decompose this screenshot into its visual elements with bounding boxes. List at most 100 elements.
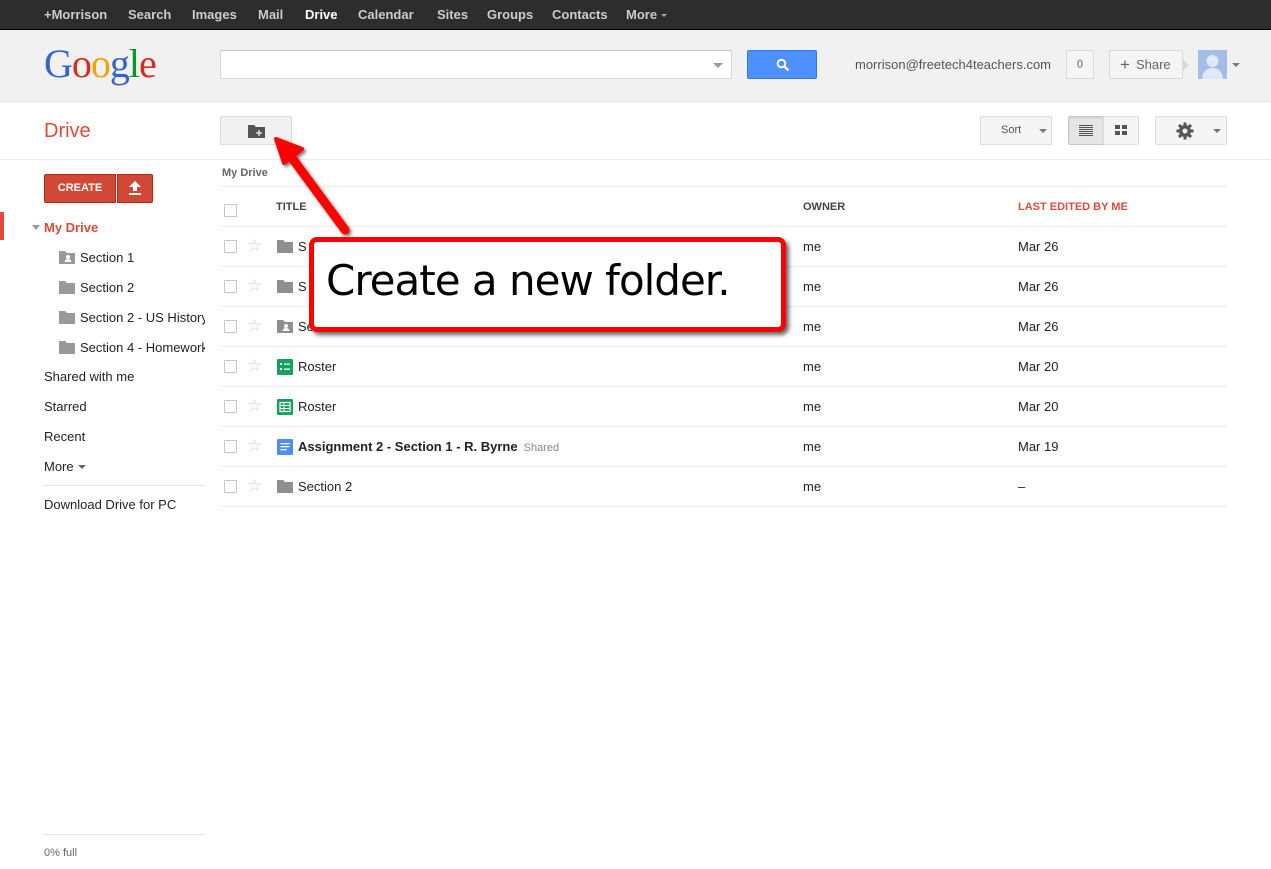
file-name[interactable]: S	[298, 239, 307, 254]
create-button[interactable]: CREATE	[44, 174, 116, 203]
file-name[interactable]: Roster	[298, 359, 336, 374]
file-name[interactable]: Section 2	[298, 479, 352, 494]
gbar-images-link[interactable]: Images	[192, 7, 237, 22]
star-icon[interactable]: ☆	[247, 437, 262, 454]
file-name[interactable]: Assignment 2 - Section 1 - R. Byrne Share…	[298, 439, 559, 454]
account-menu-chevron-icon[interactable]	[1232, 63, 1240, 67]
star-icon[interactable]: ☆	[247, 397, 262, 414]
file-owner: me	[803, 239, 822, 254]
upload-button[interactable]	[117, 174, 153, 203]
account-email[interactable]: morrison@freetech4teachers.com	[855, 57, 1051, 72]
column-header-owner[interactable]: OWNER	[803, 201, 845, 213]
sidebar-folder-section-1[interactable]: Section 1	[59, 250, 205, 265]
sidebar-item-shared-with-me[interactable]: Shared with me	[44, 369, 134, 384]
divider	[220, 386, 1227, 387]
folder-icon	[59, 281, 75, 294]
file-last-edited: Mar 20	[1018, 399, 1059, 414]
file-owner: me	[803, 279, 822, 294]
file-owner: me	[803, 399, 822, 414]
document-icon	[277, 439, 293, 455]
search-button[interactable]	[747, 50, 817, 79]
column-header-last-edited[interactable]: LAST EDITED BY ME	[1018, 201, 1128, 213]
row-checkbox[interactable]	[224, 480, 237, 493]
breadcrumb[interactable]: My Drive	[222, 167, 268, 179]
sidebar-item-label: More	[44, 459, 74, 474]
grid-view-button[interactable]	[1103, 116, 1139, 145]
row-checkbox[interactable]	[224, 280, 237, 293]
sort-label: Sort	[1001, 124, 1022, 136]
logo-letter: e	[139, 41, 157, 86]
star-icon[interactable]: ☆	[247, 317, 262, 334]
sidebar-item-recent[interactable]: Recent	[44, 429, 85, 444]
gbar-groups-link[interactable]: Groups	[487, 7, 533, 22]
divider	[44, 834, 204, 835]
gbar-profile-link[interactable]: +Morrison	[44, 7, 107, 22]
star-icon[interactable]: ☆	[247, 237, 262, 254]
file-owner: me	[803, 319, 822, 334]
star-icon[interactable]: ☆	[247, 277, 262, 294]
sort-dropdown[interactable]: Sort	[980, 116, 1052, 145]
file-name[interactable]: Roster	[298, 399, 336, 414]
gbar-sites-link[interactable]: Sites	[437, 7, 468, 22]
gbar-search-link[interactable]: Search	[128, 7, 171, 22]
sidebar-item-label: My Drive	[44, 220, 99, 235]
notification-count-button[interactable]: 0	[1066, 50, 1094, 79]
app-title[interactable]: Drive	[44, 120, 91, 143]
sidebar-item-more[interactable]: More	[44, 459, 86, 474]
upload-icon	[129, 181, 141, 195]
row-checkbox[interactable]	[224, 240, 237, 253]
gbar-contacts-link[interactable]: Contacts	[552, 7, 608, 22]
star-icon[interactable]: ☆	[247, 357, 262, 374]
gbar-more-menu[interactable]: More	[626, 7, 668, 22]
folder-icon	[277, 280, 293, 293]
settings-dropdown[interactable]	[1155, 116, 1227, 145]
chevron-down-icon	[661, 14, 668, 18]
sidebar-folder-section-2[interactable]: Section 2	[59, 280, 205, 295]
divider	[0, 159, 1271, 160]
list-view-icon	[1079, 125, 1093, 136]
star-icon[interactable]: ☆	[247, 477, 262, 494]
logo-letter: g	[109, 41, 130, 86]
file-last-edited: Mar 19	[1018, 439, 1059, 454]
sidebar-folder-section-4-homework[interactable]: Section 4 - Homework	[59, 340, 205, 355]
gbar-more-label: More	[626, 7, 658, 22]
sidebar-item-my-drive[interactable]: My Drive	[32, 220, 98, 235]
column-header-title[interactable]: TITLE	[276, 201, 307, 213]
row-checkbox[interactable]	[224, 400, 237, 413]
file-last-edited: Mar 26	[1018, 319, 1059, 334]
form-icon	[277, 359, 293, 375]
file-name[interactable]: S	[298, 279, 307, 294]
row-checkbox[interactable]	[224, 440, 237, 453]
sidebar-item-starred[interactable]: Starred	[44, 399, 87, 414]
google-logo[interactable]: Google	[44, 40, 157, 87]
annotation-callout: Create a new folder.	[309, 237, 786, 332]
search-options-dropdown-icon[interactable]	[713, 63, 723, 68]
gbar-drive-link[interactable]: Drive	[305, 7, 338, 22]
divider	[220, 186, 1227, 187]
file-last-edited: Mar 26	[1018, 279, 1059, 294]
spreadsheet-icon	[277, 399, 293, 415]
file-owner: me	[803, 439, 822, 454]
expand-triangle-icon[interactable]	[32, 225, 40, 230]
search-input[interactable]	[220, 50, 732, 79]
avatar[interactable]	[1198, 50, 1227, 79]
row-checkbox[interactable]	[224, 320, 237, 333]
select-all-checkbox[interactable]	[224, 204, 237, 217]
divider	[44, 485, 204, 486]
logo-letter: G	[44, 41, 73, 86]
gbar-mail-link[interactable]: Mail	[258, 7, 283, 22]
divider	[220, 506, 1227, 507]
new-folder-icon	[248, 125, 265, 138]
sidebar-folder-section-2-us-history[interactable]: Section 2 - US History	[59, 310, 205, 325]
file-last-edited: Mar 20	[1018, 359, 1059, 374]
list-view-button[interactable]	[1068, 116, 1104, 145]
row-checkbox[interactable]	[224, 360, 237, 373]
grid-view-icon	[1115, 125, 1127, 135]
search-icon	[776, 58, 790, 72]
new-folder-button[interactable]	[220, 116, 292, 145]
share-button[interactable]: + Share	[1109, 50, 1183, 79]
file-last-edited: –	[1018, 479, 1026, 494]
google-bar: +Morrison Search Images Mail Drive Calen…	[0, 0, 1271, 30]
download-drive-link[interactable]: Download Drive for PC	[44, 497, 176, 512]
gbar-calendar-link[interactable]: Calendar	[358, 7, 414, 22]
